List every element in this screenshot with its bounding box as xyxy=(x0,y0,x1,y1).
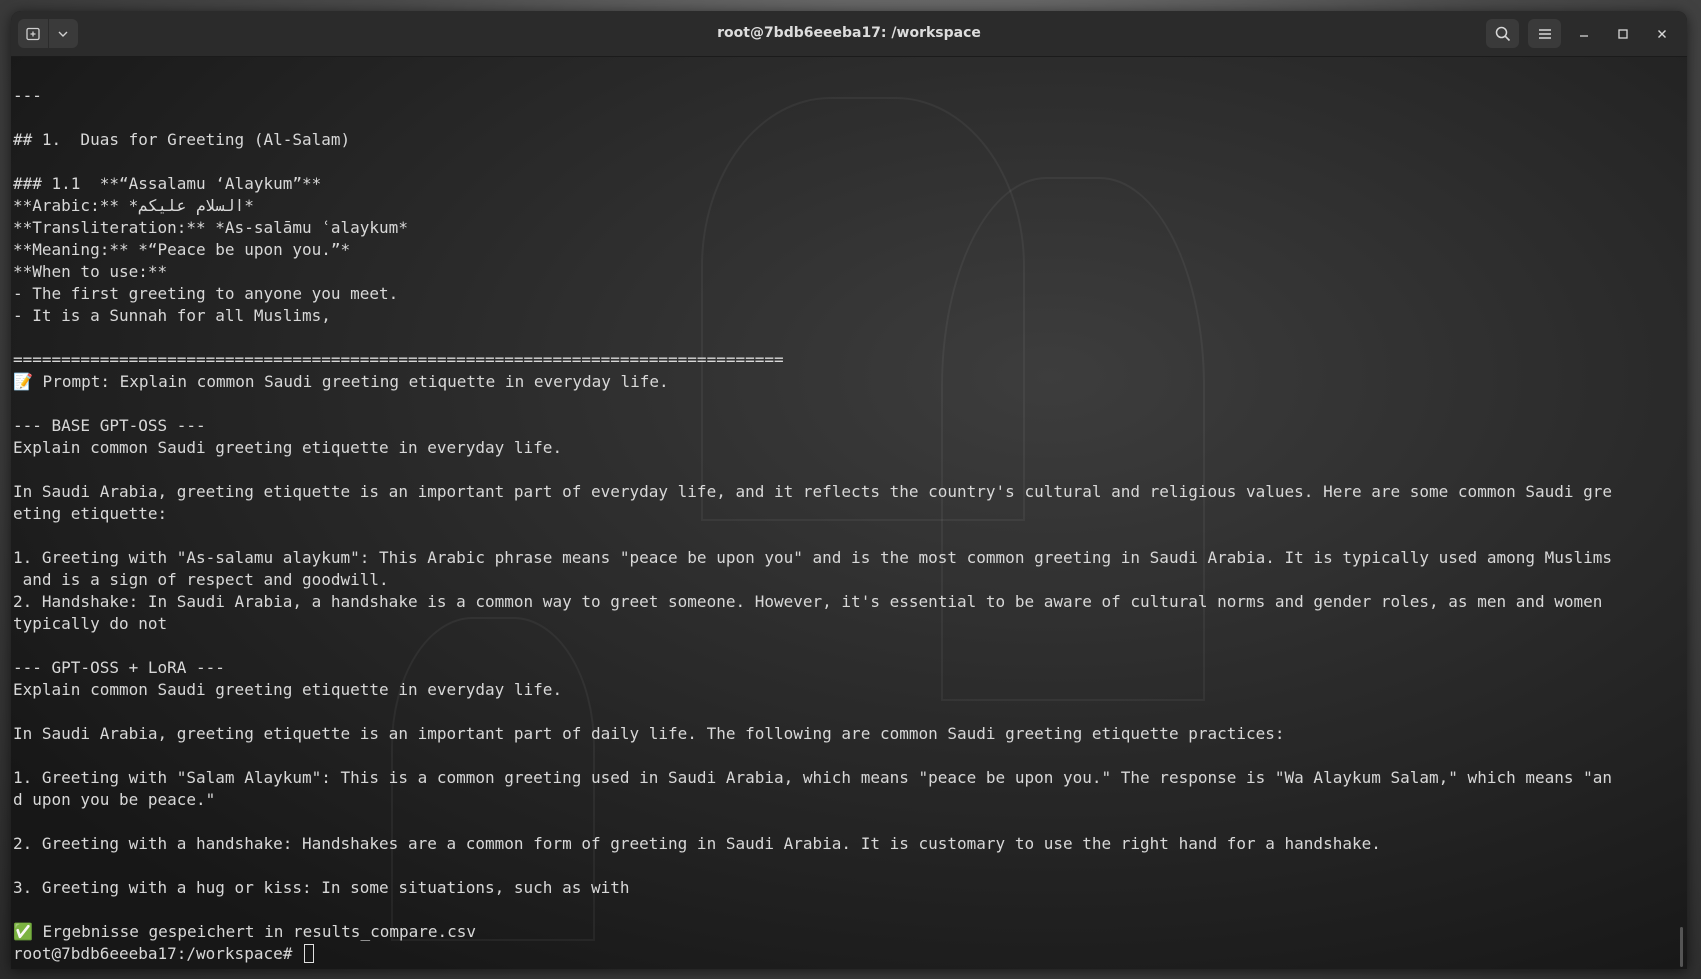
terminal-line: ========================================… xyxy=(13,350,784,369)
terminal-line: d upon you be peace." xyxy=(13,790,216,809)
search-icon xyxy=(1495,26,1510,41)
minimize-button[interactable] xyxy=(1572,22,1596,46)
window-title: root@7bdb6eeeba17: /workspace xyxy=(717,25,981,41)
terminal-window: root@7bdb6eeeba17: /workspace --- ## 1. … xyxy=(11,11,1687,969)
terminal-line: typically do not xyxy=(13,614,168,633)
terminal-line: **Transliteration:** *As-salāmu ʿalaykum… xyxy=(13,218,408,237)
tab-dropdown-button[interactable] xyxy=(47,19,79,48)
terminal-line: **Arabic:** *السلام عليكم* xyxy=(13,196,254,215)
close-icon xyxy=(1658,30,1666,38)
terminal-line: In Saudi Arabia, greeting etiquette is a… xyxy=(13,482,1613,501)
terminal-output-area[interactable]: --- ## 1. Duas for Greeting (Al-Salam) ###… xyxy=(11,57,1687,969)
shell-prompt-line[interactable]: root@7bdb6eeeba17:/workspace# xyxy=(13,943,1683,965)
terminal-line: Explain common Saudi greeting etiquette … xyxy=(13,438,563,457)
title-bar[interactable]: root@7bdb6eeeba17: /workspace xyxy=(11,11,1687,57)
terminal-line: Explain common Saudi greeting etiquette … xyxy=(13,680,563,699)
scrollbar[interactable] xyxy=(1680,927,1683,967)
terminal-line: and is a sign of respect and goodwill. xyxy=(13,570,389,589)
search-button[interactable] xyxy=(1486,19,1519,48)
text-cursor xyxy=(303,944,314,963)
close-button[interactable] xyxy=(1650,22,1674,46)
new-tab-button[interactable] xyxy=(18,19,48,48)
terminal-text: --- ## 1. Duas for Greeting (Al-Salam) ###… xyxy=(13,85,1683,965)
terminal-line: **When to use:** xyxy=(13,262,168,281)
maximize-icon xyxy=(1618,29,1628,39)
terminal-line: 1. Greeting with "Salam Alaykum": This i… xyxy=(13,768,1613,787)
terminal-line: 1. Greeting with "As-salamu alaykum": Th… xyxy=(13,548,1613,567)
maximize-button[interactable] xyxy=(1611,22,1635,46)
terminal-line: --- xyxy=(13,86,42,105)
minimize-icon xyxy=(1580,35,1588,37)
terminal-line: 3. Greeting with a hug or kiss: In some … xyxy=(13,878,630,897)
menu-button[interactable] xyxy=(1528,19,1561,48)
terminal-line: **Meaning:** *“Peace be upon you.”* xyxy=(13,240,351,259)
new-tab-icon xyxy=(26,27,40,40)
terminal-line: In Saudi Arabia, greeting etiquette is a… xyxy=(13,724,1285,743)
terminal-line: - The first greeting to anyone you meet. xyxy=(13,284,399,303)
chevron-down-icon xyxy=(58,31,68,37)
terminal-line: ## 1. Duas for Greeting (Al-Salam) xyxy=(13,130,351,149)
terminal-line: 2. Greeting with a handshake: Handshakes… xyxy=(13,834,1381,853)
terminal-line: 📝 Prompt: Explain common Saudi greeting … xyxy=(13,372,669,391)
tab-controls xyxy=(18,19,78,48)
terminal-line: 2. Handshake: In Saudi Arabia, a handsha… xyxy=(13,592,1603,611)
hamburger-menu-icon xyxy=(1538,28,1551,39)
terminal-line: - It is a Sunnah for all Muslims, xyxy=(13,306,331,325)
shell-prompt: root@7bdb6eeeba17:/workspace# xyxy=(13,944,302,963)
terminal-line: --- BASE GPT-OSS --- xyxy=(13,416,206,435)
terminal-line: ✅ Ergebnisse gespeichert in results_comp… xyxy=(13,922,477,941)
terminal-line: eting etiquette: xyxy=(13,504,168,523)
terminal-line: --- GPT-OSS + LoRA --- xyxy=(13,658,225,677)
terminal-line: ### 1.1 **“Assalamu ‘Alaykum”** xyxy=(13,174,322,193)
